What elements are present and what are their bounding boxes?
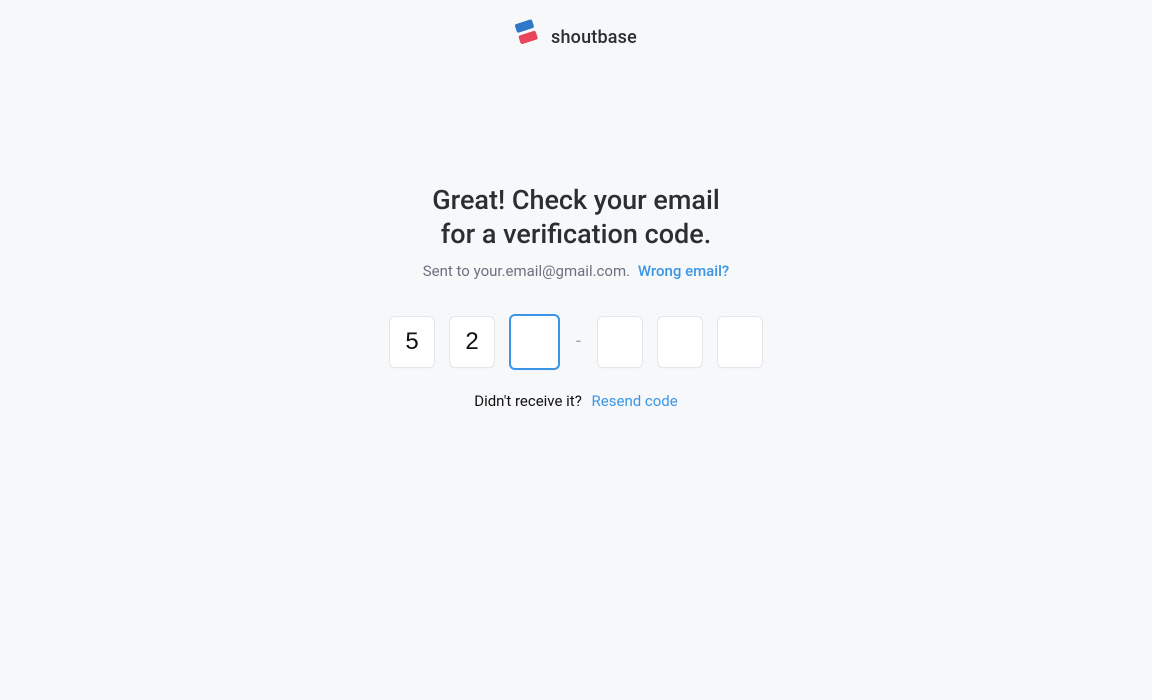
code-separator: - — [574, 331, 583, 352]
wrong-email-link[interactable]: Wrong email? — [638, 262, 729, 280]
brand-logo-icon — [515, 18, 541, 56]
code-digit-4[interactable] — [597, 316, 643, 368]
sent-to-line: Sent to your.email@gmail.com. Wrong emai… — [423, 262, 729, 280]
code-digit-6[interactable] — [717, 316, 763, 368]
code-digit-5[interactable] — [657, 316, 703, 368]
title-line-2: for a verification code. — [441, 218, 711, 250]
code-digit-1[interactable] — [389, 316, 435, 368]
code-digit-2[interactable] — [449, 316, 495, 368]
resend-prompt: Didn't receive it? — [474, 392, 582, 410]
sent-suffix: . — [626, 262, 630, 280]
sent-prefix: Sent to — [423, 262, 474, 280]
brand-name: shoutbase — [551, 27, 637, 48]
resend-code-link[interactable]: Resend code — [592, 392, 678, 410]
page-title: Great! Check your email for a verificati… — [432, 184, 719, 252]
code-input-row: - — [389, 314, 763, 370]
title-line-1: Great! Check your email — [432, 184, 719, 216]
verification-hero: Great! Check your email for a verificati… — [389, 184, 763, 410]
resend-line: Didn't receive it? Resend code — [474, 392, 678, 410]
code-digit-3[interactable] — [509, 314, 560, 370]
verification-page: shoutbase Great! Check your email for a … — [0, 0, 1152, 700]
brand: shoutbase — [515, 18, 637, 56]
sent-email: your.email@gmail.com — [474, 262, 627, 280]
